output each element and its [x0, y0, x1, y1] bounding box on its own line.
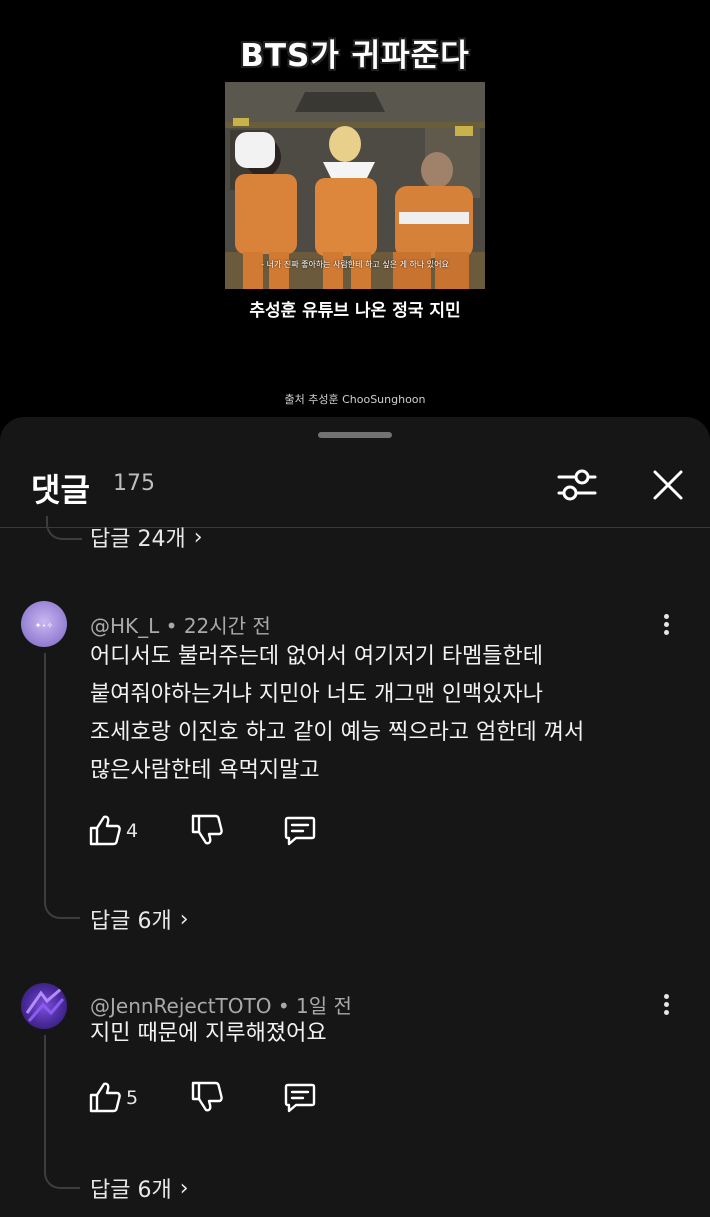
thumbs-down-icon [191, 814, 223, 845]
dislike-button[interactable] [190, 813, 224, 851]
comment-body: 지민 때문에 지루해졌어요 [90, 1015, 327, 1053]
comments-count: 175 [113, 471, 155, 496]
view-replies-link[interactable]: 답글 24개 › [90, 521, 203, 553]
comment-line: 많은사람한테 욕먹지말고 [90, 758, 320, 783]
comment-time: 22시간 전 [183, 614, 271, 638]
meta-separator: • [165, 614, 184, 638]
chevron-right-icon: › [179, 1175, 189, 1201]
dislike-button[interactable] [190, 1080, 224, 1118]
replies-label: 답글 6개 [90, 909, 172, 934]
view-replies-link[interactable]: 답글 6개 › [90, 1172, 189, 1204]
comment-line: 어디서도 불러주는데 없어서 여기저기 타멤들한테 [90, 644, 544, 669]
comment-author[interactable]: @HK_L [90, 614, 159, 638]
thread-connector [46, 516, 82, 540]
close-icon [653, 470, 683, 500]
thread-line [44, 653, 46, 903]
reply-icon [284, 1083, 316, 1113]
view-replies-link[interactable]: 답글 6개 › [90, 903, 189, 935]
reply-button[interactable] [283, 1080, 317, 1118]
avatar-image [25, 987, 65, 1022]
thread-line [44, 1035, 46, 1175]
replies-label: 답글 6개 [90, 1178, 172, 1203]
sort-filter-button[interactable] [555, 463, 599, 507]
reply-icon [284, 816, 316, 846]
avatar[interactable]: ✦⋆✧ [21, 601, 67, 647]
svg-text:✦⋆✧: ✦⋆✧ [35, 621, 54, 630]
close-button[interactable] [646, 463, 690, 507]
thread-connector [44, 895, 80, 919]
comment-more-button[interactable] [656, 991, 676, 1021]
like-count: 4 [126, 820, 139, 842]
comments-header: 댓글 175 [0, 457, 710, 527]
chevron-right-icon: › [179, 906, 189, 932]
video-thumbnail[interactable]: - 너가 진짜 좋아하는 사람한테 하고 싶은 게 하나 있어요 [225, 82, 485, 289]
thumbs-down-icon [191, 1081, 223, 1112]
video-player[interactable]: BTS가 귀파준다 - 너가 진짜 좋아하는 사람한테 하고 싶은 게 하나 있… [0, 0, 710, 420]
video-source: 출처 추성훈 ChooSunghoon [284, 393, 426, 406]
thumbs-up-icon [89, 1082, 121, 1113]
comments-sheet: 댓글 175 답글 24개 › ✦⋆✧ @HK_L • 22시간 전 어디서도 … [0, 417, 710, 1217]
thumbnail-subtitle: - 너가 진짜 좋아하는 사람한테 하고 싶은 게 하나 있어요 [261, 260, 449, 269]
thumbs-up-icon [89, 815, 121, 846]
avatar[interactable] [21, 983, 67, 1029]
replies-label: 답글 24개 [90, 527, 186, 552]
comments-title: 댓글 [31, 471, 90, 509]
comment-meta: @HK_L • 22시간 전 [90, 610, 271, 639]
like-button[interactable] [88, 1080, 122, 1118]
drag-handle[interactable] [318, 432, 392, 438]
video-caption: 추성훈 유튜브 나온 정국 지민 [249, 301, 461, 321]
chevron-right-icon: › [193, 524, 203, 550]
thread-connector [44, 1165, 80, 1189]
avatar-image: ✦⋆✧ [35, 621, 54, 630]
thumbnail-scene-image [225, 82, 485, 289]
reply-button[interactable] [283, 813, 317, 851]
video-title: BTS가 귀파준다 [240, 38, 470, 74]
comment-line: 지민 때문에 지루해졌어요 [90, 1021, 327, 1046]
like-button[interactable] [88, 813, 122, 851]
comment-line: 붙여줘야하는거냐 지민아 너도 개그맨 인맥있자나 [90, 682, 544, 707]
comment-more-button[interactable] [656, 611, 676, 641]
like-count: 5 [126, 1087, 139, 1109]
sliders-icon [557, 469, 597, 501]
comment-body: 어디서도 불러주는데 없어서 여기저기 타멤들한테 붙여줘야하는거냐 지민아 너… [90, 638, 584, 790]
comment-line: 조세호랑 이진호 하고 같이 예능 찍으라고 엄한데 껴서 [90, 720, 585, 745]
